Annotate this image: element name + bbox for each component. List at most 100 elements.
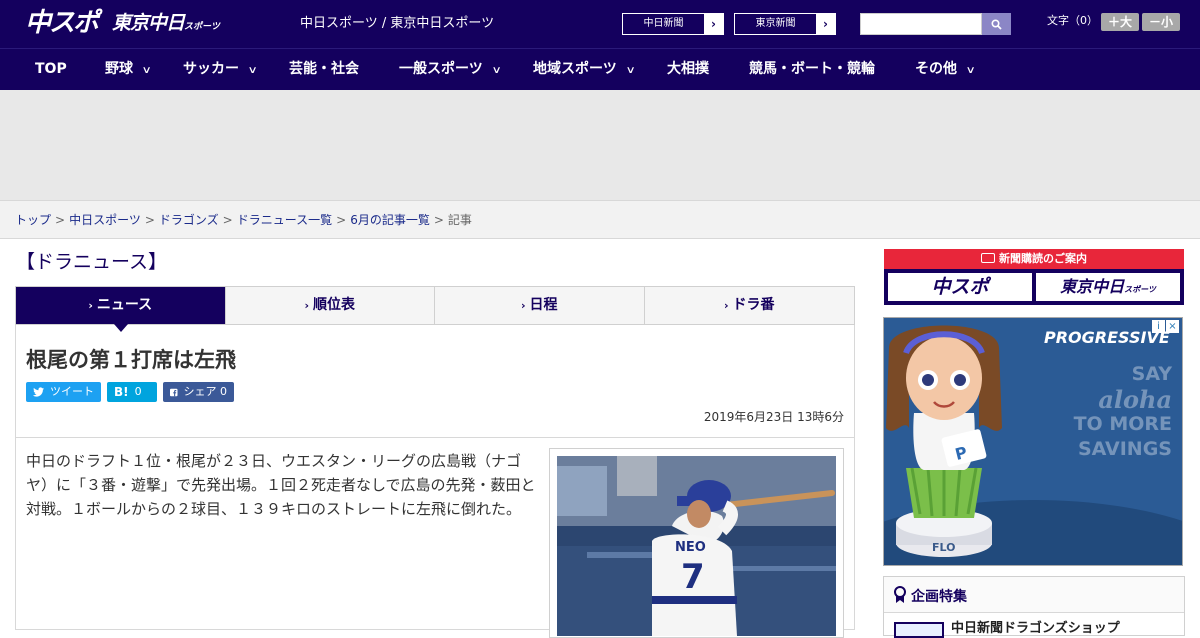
search-input[interactable] bbox=[860, 13, 982, 35]
subscription-heading: 新聞購読のご案内 bbox=[884, 249, 1184, 269]
tokyo-chunichi-logo[interactable]: 東京中日スポーツ bbox=[112, 12, 220, 38]
tab-label: ニュース bbox=[96, 297, 153, 313]
subscription-banner[interactable]: 新聞購読のご案内 中スポ 東京中日スポーツ bbox=[884, 249, 1184, 305]
subscribe-tokyo-small: スポーツ bbox=[1124, 285, 1156, 294]
nav-item-local-sports[interactable]: 地域スポーツ ∨ bbox=[533, 49, 636, 90]
nav-item-top[interactable]: TOP bbox=[35, 49, 67, 90]
sidebar-ad[interactable]: FLO P i × PROGRESSIVE SAY aloha TO MORE … bbox=[883, 317, 1183, 566]
chevron-right-icon: › bbox=[723, 299, 729, 312]
breadcrumb-separator: > bbox=[222, 213, 233, 227]
nav-item-general-sports[interactable]: 一般スポーツ ∨ bbox=[399, 49, 502, 90]
twitter-icon bbox=[33, 387, 44, 397]
breadcrumb-separator: > bbox=[336, 213, 347, 227]
breadcrumb: トップ > 中日スポーツ > ドラゴンズ > ドラニュース一覧 >6月の記事一覧 > 記事 bbox=[15, 212, 472, 228]
ad-figure-label: FLO bbox=[932, 541, 955, 554]
feature-item-dragons-shop[interactable]: 中日新聞ドラゴンズショップ bbox=[951, 621, 1120, 637]
hatena-count: 0 bbox=[134, 385, 142, 398]
subscription-heading-label: 新聞購読のご案内 bbox=[999, 252, 1087, 265]
chevron-down-icon: ∨ bbox=[491, 65, 502, 76]
nav-item-other[interactable]: その他 ∨ bbox=[915, 49, 976, 90]
chevron-right-icon: › bbox=[520, 299, 526, 312]
ad-placeholder-band bbox=[0, 90, 1200, 200]
ad-tag-line: aloha bbox=[1098, 385, 1172, 414]
nav-item-sumo[interactable]: 大相撲 bbox=[667, 49, 709, 90]
article-date: 2019年6月23日 13時6分 bbox=[703, 410, 844, 424]
breadcrumb-separator: > bbox=[433, 213, 444, 227]
facebook-count: 0 bbox=[220, 385, 227, 398]
tokyo-logo-small: スポーツ bbox=[184, 22, 220, 32]
subscribe-tokyo-button[interactable]: 東京中日スポーツ bbox=[1036, 273, 1180, 301]
breadcrumb-link[interactable]: 6月の記事一覧 bbox=[350, 213, 430, 227]
breadcrumb-link[interactable]: ドラゴンズ bbox=[159, 213, 219, 227]
chevron-right-icon: › bbox=[304, 299, 310, 312]
feature-section: 企画特集 中日新聞ドラゴンズショップ bbox=[883, 576, 1185, 638]
search-button[interactable] bbox=[982, 13, 1011, 35]
chevron-right-icon: › bbox=[823, 17, 828, 31]
chuspo-logo[interactable]: 中スポ bbox=[25, 9, 99, 37]
facebook-icon bbox=[170, 388, 178, 396]
breadcrumb-link[interactable]: ドラニュース一覧 bbox=[237, 213, 332, 227]
breadcrumb-link[interactable]: 中日スポーツ bbox=[69, 213, 141, 227]
tokyo-shimbun-button[interactable]: 東京新聞 › bbox=[734, 13, 836, 35]
hatena-icon: B! bbox=[114, 385, 129, 399]
nav-item-baseball[interactable]: 野球 ∨ bbox=[105, 49, 152, 90]
chevron-down-icon: ∨ bbox=[247, 65, 258, 76]
nav-label: 大相撲 bbox=[667, 61, 709, 77]
article-body: 中日のドラフト１位・根尾が２３日、ウエスタン・リーグの広島戦（ナゴヤ）に「３番・… bbox=[26, 452, 536, 518]
article-headline: 根尾の第１打席は左飛 bbox=[26, 348, 236, 372]
search-icon bbox=[991, 18, 1002, 30]
font-smaller-button[interactable]: －小 bbox=[1142, 13, 1180, 31]
chevron-down-icon: ∨ bbox=[965, 65, 976, 76]
tweet-button[interactable]: ツイート bbox=[26, 382, 101, 402]
tweet-label: ツイート bbox=[50, 385, 94, 398]
paper-button-label: 東京新聞 bbox=[735, 14, 816, 34]
nav-label: サッカー bbox=[183, 61, 239, 77]
nav-label: 一般スポーツ bbox=[399, 61, 483, 77]
baseball-player-photo: NEO 7 bbox=[557, 456, 836, 636]
chunichi-shimbun-button[interactable]: 中日新聞 › bbox=[622, 13, 724, 35]
top-header: 中スポ 東京中日スポーツ 中日スポーツ / 東京中日スポーツ 中日新聞 › 東京… bbox=[0, 0, 1200, 48]
feature-header: 企画特集 bbox=[884, 577, 1184, 613]
tab-label: ドラ番 bbox=[732, 297, 775, 313]
tab-beat-reporter[interactable]: › ドラ番 bbox=[645, 287, 855, 324]
font-bigger-button[interactable]: ＋大 bbox=[1101, 13, 1139, 31]
dragons-tabs: › ニュース › 順位表 › 日程 › ドラ番 bbox=[15, 286, 855, 332]
article-photo[interactable]: NEO 7 bbox=[557, 456, 836, 636]
divider bbox=[16, 437, 854, 438]
tab-label: 日程 bbox=[529, 297, 558, 313]
chevron-down-icon: ∨ bbox=[625, 65, 636, 76]
nav-label: 野球 bbox=[105, 61, 133, 77]
breadcrumb-separator: > bbox=[144, 213, 155, 227]
nav-label: 芸能・社会 bbox=[289, 61, 359, 77]
breadcrumb-separator: > bbox=[55, 213, 66, 227]
breadcrumb-link[interactable]: トップ bbox=[15, 213, 51, 227]
award-icon bbox=[894, 586, 906, 603]
font-size-label: 文字（0） bbox=[1047, 14, 1098, 27]
tokyo-logo-main: 東京中日 bbox=[112, 12, 185, 34]
subscribe-tokyo-label: 東京中日 bbox=[1060, 277, 1125, 296]
main-nav: TOP 野球 ∨ サッカー ∨ 芸能・社会 一般スポーツ ∨ 地域スポーツ ∨ 大相撲 … bbox=[0, 48, 1200, 90]
ad-tag-line: SAVINGS bbox=[1077, 438, 1172, 460]
chevron-down-icon: ∨ bbox=[141, 65, 152, 76]
chevron-right-icon: › bbox=[711, 17, 716, 31]
nav-label: 地域スポーツ bbox=[533, 61, 617, 77]
jersey-number: 7 bbox=[681, 557, 705, 597]
subscribe-chuspo-button[interactable]: 中スポ bbox=[888, 273, 1032, 301]
ad-brand: PROGRESSIVE bbox=[1044, 328, 1170, 347]
ad-tag-line: SAY bbox=[1131, 363, 1172, 385]
section-title: 【ドラニュース】 bbox=[16, 251, 168, 273]
facebook-share-button[interactable]: シェア 0 bbox=[163, 382, 234, 402]
nav-label: その他 bbox=[915, 61, 957, 77]
tab-news[interactable]: › ニュース bbox=[16, 287, 226, 332]
newspaper-icon bbox=[981, 253, 995, 263]
nav-item-racing[interactable]: 競馬・ボート・競輪 bbox=[749, 49, 875, 90]
nav-item-entertainment[interactable]: 芸能・社会 bbox=[289, 49, 359, 90]
tab-schedule[interactable]: › 日程 bbox=[435, 287, 645, 324]
chevron-right-icon: › bbox=[88, 299, 93, 312]
dragons-shop-thumbnail[interactable] bbox=[894, 622, 944, 638]
hatena-bookmark-button[interactable]: B! 0 bbox=[107, 382, 157, 402]
nav-label: 競馬・ボート・競輪 bbox=[749, 61, 875, 77]
tab-label: 順位表 bbox=[313, 297, 356, 313]
nav-item-soccer[interactable]: サッカー ∨ bbox=[183, 49, 258, 90]
tab-standings[interactable]: › 順位表 bbox=[226, 287, 435, 324]
